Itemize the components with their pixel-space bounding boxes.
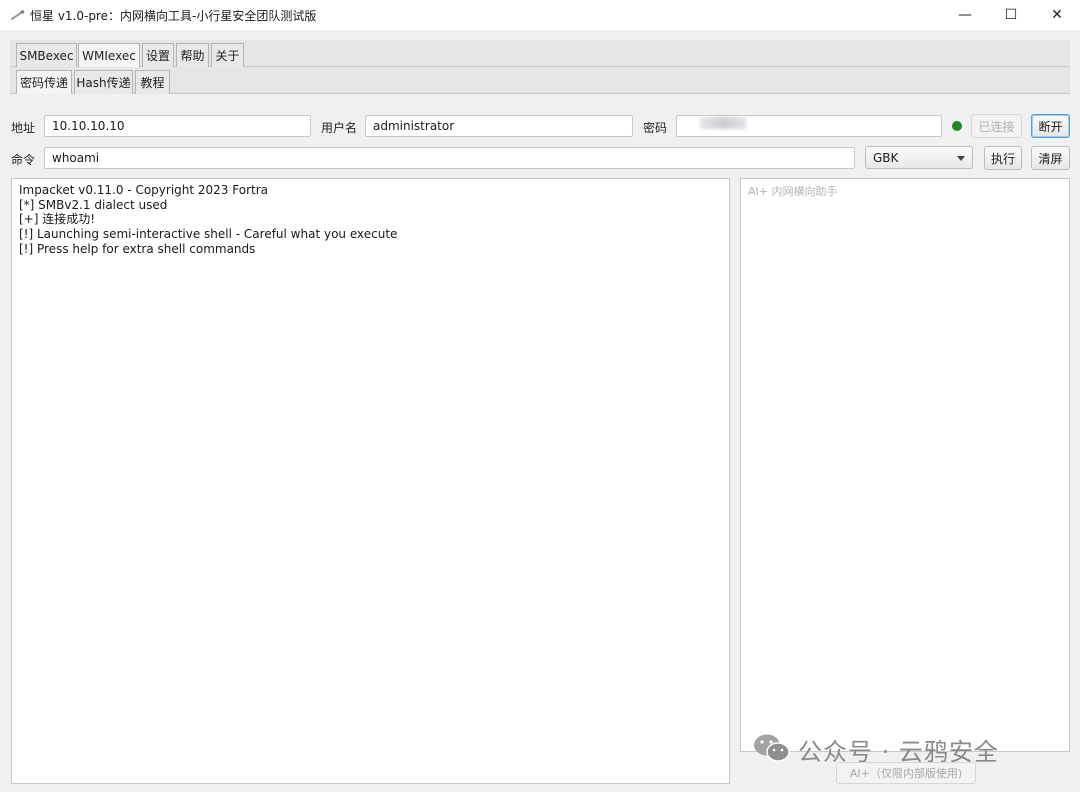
redacted-password bbox=[700, 117, 746, 129]
encoding-select[interactable]: GBK bbox=[865, 146, 973, 169]
clear-button[interactable]: 清屏 bbox=[1031, 146, 1070, 170]
password-label: 密码 bbox=[643, 121, 668, 135]
tab-settings[interactable]: 设置 bbox=[142, 43, 174, 67]
username-field[interactable]: administrator bbox=[365, 115, 633, 137]
ai-internal-button: AI+（仅限内部版使用) bbox=[836, 762, 976, 784]
tab-smbexec[interactable]: SMBexec bbox=[16, 43, 77, 67]
tab-tutorial[interactable]: 教程 bbox=[135, 70, 170, 94]
output-line: [+] 连接成功! bbox=[19, 212, 96, 227]
output-line: Impacket v0.11.0 - Copyright 2023 Fortra bbox=[19, 183, 268, 197]
output-line: [!] Launching semi-interactive shell - C… bbox=[19, 227, 398, 242]
tab-password-pass[interactable]: 密码传递 bbox=[16, 70, 72, 94]
connected-button: 已连接 bbox=[971, 114, 1022, 138]
output-line: [*] SMBv2.1 dialect used bbox=[19, 197, 168, 212]
sub-tab-bar: 密码传递 Hash传递 教程 bbox=[10, 67, 1070, 94]
username-label: 用户名 bbox=[321, 121, 358, 135]
address-field[interactable]: 10.10.10.10 bbox=[44, 115, 311, 137]
tab-hash-pass[interactable]: Hash传递 bbox=[74, 70, 133, 94]
tab-about[interactable]: 关于 bbox=[211, 43, 244, 67]
title-bar: 恒星 v1.0-pre：内网横向工具-小行星安全团队测试版 — ☐ ✕ bbox=[0, 0, 1080, 30]
command-input[interactable]: whoami bbox=[44, 147, 855, 169]
encoding-value: GBK bbox=[873, 151, 899, 165]
execute-button[interactable]: 执行 bbox=[984, 146, 1022, 170]
maximize-button[interactable]: ☐ bbox=[988, 0, 1034, 30]
tab-wmiexec[interactable]: WMIexec bbox=[78, 43, 140, 67]
ai-assistant-panel[interactable]: AI+ 内网横向助手 bbox=[740, 178, 1070, 752]
disconnect-button[interactable]: 断开 bbox=[1031, 114, 1070, 138]
minimize-button[interactable]: — bbox=[942, 0, 988, 30]
tab-help[interactable]: 帮助 bbox=[176, 43, 209, 67]
address-label: 地址 bbox=[11, 121, 36, 135]
status-dot-icon bbox=[952, 121, 962, 131]
main-tab-bar: SMBexec WMIexec 设置 帮助 关于 bbox=[10, 40, 1070, 67]
command-label: 命令 bbox=[11, 153, 36, 167]
chevron-down-icon bbox=[957, 156, 965, 161]
output-line: [!] Press help for extra shell commands bbox=[19, 241, 256, 256]
window-title: 恒星 v1.0-pre：内网横向工具-小行星安全团队测试版 bbox=[30, 8, 317, 23]
wechat-icon bbox=[752, 733, 792, 766]
comet-icon bbox=[10, 7, 26, 23]
command-output[interactable]: Impacket v0.11.0 - Copyright 2023 Fortra… bbox=[11, 178, 730, 784]
ai-placeholder: AI+ 内网横向助手 bbox=[748, 185, 838, 198]
close-button[interactable]: ✕ bbox=[1034, 0, 1080, 30]
